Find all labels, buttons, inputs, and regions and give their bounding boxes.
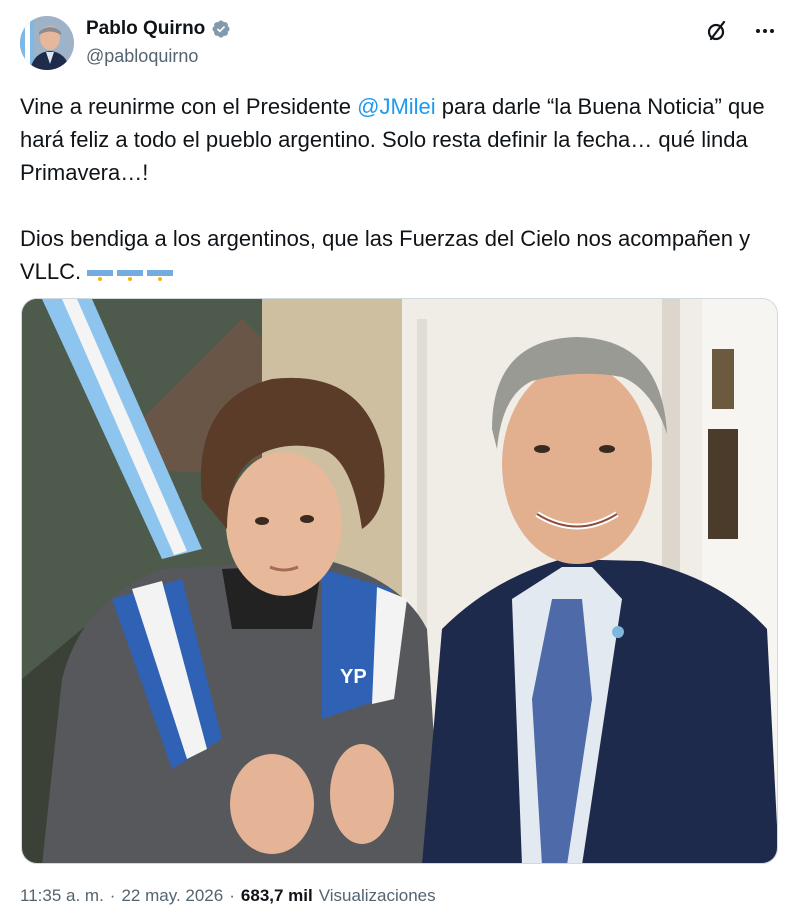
author-handle[interactable]: @pabloquirno [86,46,231,67]
jacket-logo-text: YP [340,666,367,688]
tweet-paragraph-1: Vine a reunirme con el Presidente @JMile… [20,90,780,189]
more-icon[interactable] [752,18,778,44]
views-label: Visualizaciones [318,886,436,905]
tweet-photo[interactable]: YP [21,298,778,864]
grok-icon[interactable] [704,18,730,44]
flag-emojis [87,264,174,283]
avatar[interactable] [20,16,74,70]
argentina-flag-icon [117,264,144,283]
tweet-card: Pablo Quirno @pabloquirno Vine a reunirm… [0,0,800,919]
tweet-text-part: Vine a reunirme con el Presidente [20,94,358,119]
author-name[interactable]: Pablo Quirno [86,18,205,40]
views-count: 683,7 mil [240,886,313,905]
author-block: Pablo Quirno @pabloquirno [86,16,231,67]
meta-separator: · [109,886,116,905]
header-actions [704,18,778,44]
tweet-date-link[interactable]: 22 may. 2026 [121,886,223,906]
verified-badge-icon [211,19,231,39]
mention-link[interactable]: @JMilei [357,94,436,119]
tweet-time-link[interactable]: 11:35 a. m. [20,886,104,906]
tweet-text: Vine a reunirme con el Presidente @JMile… [20,90,780,288]
tweet-paragraph-2: Dios bendiga a los argentinos, que las F… [20,222,780,288]
tweet-meta: 11:35 a. m. · 22 may. 2026 · 683,7 mil V… [20,886,436,906]
argentina-flag-icon [147,264,174,283]
argentina-flag-icon [87,264,114,283]
meta-separator: · [229,886,235,905]
